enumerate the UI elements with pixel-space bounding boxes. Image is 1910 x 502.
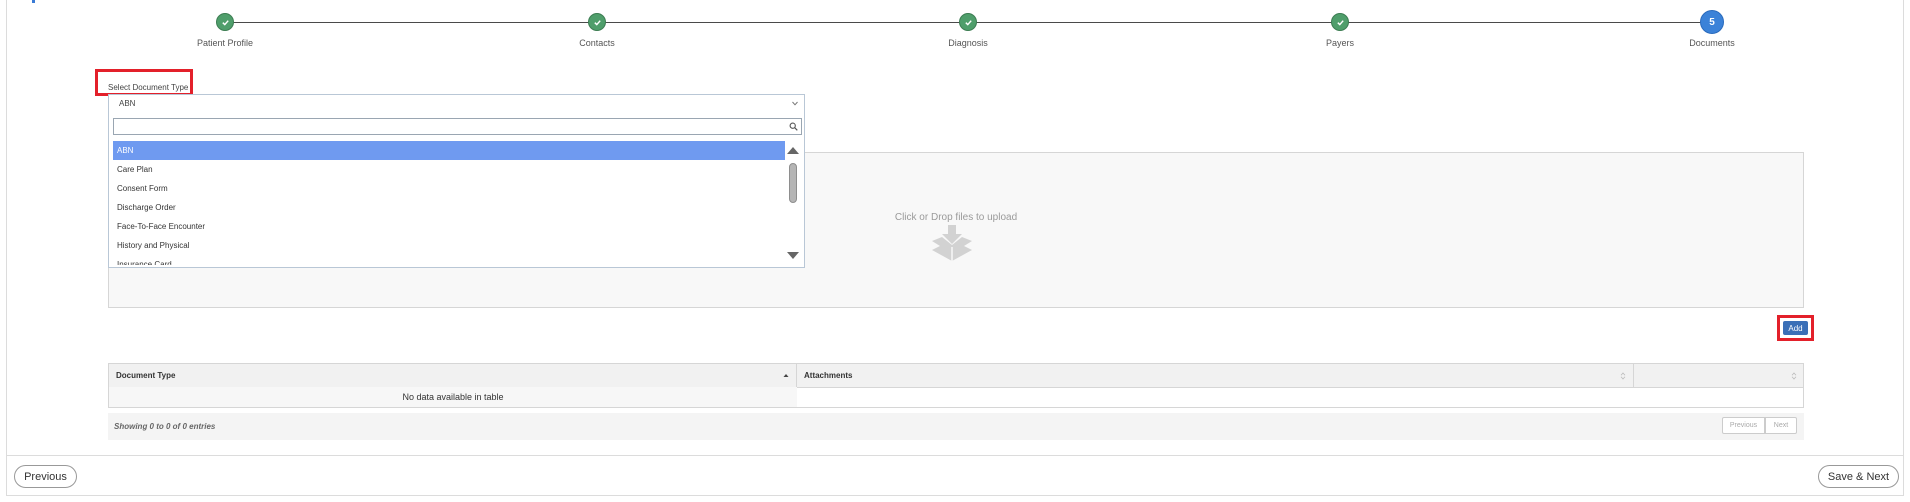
upload-box-icon: [932, 225, 972, 263]
dropdown-search-input[interactable]: [113, 118, 802, 135]
document-type-select[interactable]: ABN: [108, 94, 805, 112]
search-icon: [789, 122, 798, 131]
pagination-previous-button[interactable]: Previous: [1722, 417, 1765, 434]
selected-value: ABN: [119, 99, 136, 108]
document-type-dropdown: ABN Care Plan Consent Form Discharge Ord…: [108, 111, 805, 268]
chevron-down-icon: [792, 101, 798, 106]
dropdown-scrollbar-thumb[interactable]: [789, 163, 797, 203]
table-info: Showing 0 to 0 of 0 entries: [114, 422, 216, 431]
step-label: Contacts: [579, 38, 615, 48]
scroll-down-icon[interactable]: [786, 251, 800, 260]
footer-divider: [6, 455, 1904, 456]
column-header-attachments[interactable]: Attachments: [797, 364, 1634, 387]
document-type-label: Select Document Type: [95, 69, 193, 96]
table-empty-message: No data available in table: [109, 387, 797, 407]
check-icon: [1331, 13, 1349, 31]
step-diagnosis[interactable]: Diagnosis: [868, 13, 1068, 48]
add-button-highlight: Add: [1777, 315, 1814, 341]
step-label: Diagnosis: [948, 38, 988, 48]
step-label: Patient Profile: [196, 38, 254, 48]
option-discharge-order[interactable]: Discharge Order: [113, 198, 785, 217]
documents-table: Document Type Attachments No data availa…: [108, 363, 1804, 408]
step-contacts[interactable]: Contacts: [497, 13, 697, 48]
check-icon: [959, 13, 977, 31]
table-footer: Showing 0 to 0 of 0 entries Previous Nex…: [108, 413, 1804, 440]
check-icon: [216, 13, 234, 31]
step-payers[interactable]: Payers: [1240, 13, 1440, 48]
save-next-button[interactable]: Save & Next: [1818, 465, 1899, 488]
pagination-next-button[interactable]: Next: [1765, 417, 1797, 434]
option-history-and-physical[interactable]: History and Physical: [113, 236, 785, 255]
previous-button[interactable]: Previous: [14, 465, 77, 488]
column-header-document-type[interactable]: Document Type: [109, 364, 797, 387]
step-patient-profile[interactable]: Patient Profile: [125, 13, 325, 48]
check-icon: [588, 13, 606, 31]
step-number: 5: [1700, 10, 1724, 34]
step-label: Documents: [1689, 38, 1735, 48]
sort-icon: [1791, 372, 1797, 380]
option-consent-form[interactable]: Consent Form: [113, 179, 785, 198]
option-insurance-card[interactable]: Insurance Card: [113, 255, 785, 265]
sort-asc-icon: [783, 374, 789, 377]
option-care-plan[interactable]: Care Plan: [113, 160, 785, 179]
scroll-up-icon[interactable]: [786, 146, 800, 155]
step-documents[interactable]: 5 Documents: [1612, 10, 1812, 48]
table-header: Document Type Attachments: [109, 364, 1803, 388]
dropdown-options: ABN Care Plan Consent Form Discharge Ord…: [113, 141, 785, 265]
sort-icon: [1620, 372, 1626, 380]
option-face-to-face-encounter[interactable]: Face-To-Face Encounter: [113, 217, 785, 236]
option-abn[interactable]: ABN: [113, 141, 785, 160]
add-button[interactable]: Add: [1783, 321, 1808, 335]
step-label: Payers: [1325, 38, 1354, 48]
corner-mark: [32, 0, 35, 3]
column-header-actions[interactable]: [1634, 364, 1804, 387]
